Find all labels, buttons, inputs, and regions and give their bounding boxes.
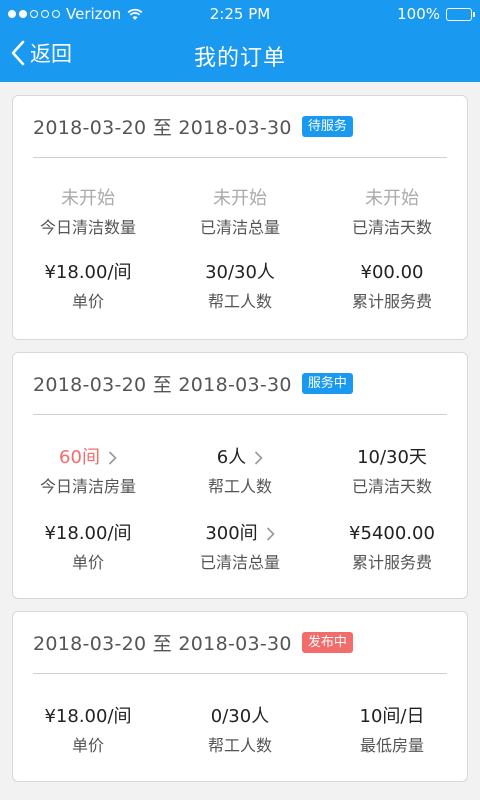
- stat-value: 60间: [59, 447, 100, 468]
- stat-label: 帮工人数: [207, 477, 272, 496]
- stat-value: ¥00.00: [360, 262, 424, 283]
- order-date-range: 2018-03-20 至 2018-03-30: [33, 117, 292, 139]
- stat-label: 单价: [71, 553, 104, 572]
- stat-value: 10间/日: [359, 706, 425, 727]
- status-badge: 发布中: [301, 632, 353, 653]
- stat-label: 已清洁总量: [199, 218, 280, 237]
- stat-days-cleaned: 未开始 已清洁天数: [317, 186, 467, 238]
- stat-label: 已清洁总量: [199, 553, 280, 572]
- stat-min-rooms: 10间/日 最低房量: [317, 704, 467, 756]
- status-right: 100%: [397, 5, 475, 23]
- stat-label: 帮工人数: [207, 736, 272, 755]
- chevron-right-icon: [255, 451, 263, 465]
- order-card-header: 2018-03-20 至 2018-03-30 发布中: [33, 612, 447, 674]
- stat-today-rooms[interactable]: 60间 今日清洁房量: [13, 445, 163, 497]
- stat-total-fee: ¥00.00 累计服务费: [317, 260, 467, 312]
- stat-total-cleaned[interactable]: 300间 已清洁总量: [165, 521, 315, 573]
- stat-unit-price: ¥18.00/间 单价: [13, 704, 163, 756]
- stat-days-cleaned: 10/30天 已清洁天数: [317, 445, 467, 497]
- battery-icon: [446, 7, 475, 21]
- stat-value: 未开始: [365, 188, 419, 209]
- stat-label: 累计服务费: [351, 553, 432, 572]
- stat-total-cleaned: 未开始 已清洁总量: [165, 186, 315, 238]
- order-card[interactable]: 2018-03-20 至 2018-03-30 服务中 60间 今日清洁房量 6…: [12, 352, 468, 599]
- order-date-range: 2018-03-20 至 2018-03-30: [33, 633, 292, 655]
- chevron-right-icon: [108, 451, 117, 465]
- chevron-right-icon: [266, 527, 275, 541]
- stat-value: 0/30人: [210, 706, 270, 727]
- stat-label: 已清洁天数: [351, 477, 432, 496]
- stat-label: 已清洁天数: [351, 218, 432, 237]
- status-badge: 待服务: [301, 116, 353, 137]
- stat-today-clean-count: 未开始 今日清洁数量: [13, 186, 163, 238]
- order-card-header: 2018-03-20 至 2018-03-30 服务中: [33, 353, 447, 415]
- stat-unit-price: ¥18.00/间 单价: [13, 521, 163, 573]
- stat-label: 帮工人数: [207, 292, 272, 311]
- battery-percent: 100%: [397, 5, 440, 23]
- stat-value: 30/30人: [205, 262, 275, 283]
- stat-value: 10/30天: [357, 447, 427, 468]
- stat-helper-count: 30/30人 帮工人数: [165, 260, 315, 312]
- stat-helper-count: 0/30人 帮工人数: [165, 704, 315, 756]
- status-bar: Verizon 2:25 PM 100%: [0, 0, 480, 28]
- stat-helper-count[interactable]: 6人 帮工人数: [165, 445, 315, 497]
- stat-value: ¥18.00/间: [44, 523, 132, 544]
- stat-value: 6人: [216, 447, 247, 468]
- stat-label: 单价: [71, 736, 104, 755]
- order-date-range: 2018-03-20 至 2018-03-30: [33, 374, 292, 396]
- order-card-header: 2018-03-20 至 2018-03-30 待服务: [33, 96, 447, 158]
- order-card[interactable]: 2018-03-20 至 2018-03-30 发布中 ¥18.00/间 单价 …: [12, 611, 468, 782]
- stat-label: 今日清洁房量: [39, 477, 136, 496]
- stat-label: 今日清洁数量: [39, 218, 136, 237]
- stat-value: ¥18.00/间: [44, 706, 132, 727]
- stat-total-fee: ¥5400.00 累计服务费: [317, 521, 467, 573]
- stat-label: 最低房量: [359, 736, 424, 755]
- stat-value-row: 60间: [13, 445, 163, 471]
- stat-label: 累计服务费: [351, 292, 432, 311]
- page-title: 我的订单: [193, 46, 286, 71]
- stat-unit-price: ¥18.00/间 单价: [13, 260, 163, 312]
- order-card[interactable]: 2018-03-20 至 2018-03-30 待服务 未开始 今日清洁数量 未…: [12, 95, 468, 340]
- stat-label: 单价: [71, 292, 104, 311]
- stat-value: ¥5400.00: [349, 523, 435, 544]
- stat-value: 300间: [205, 523, 258, 544]
- stat-value: 未开始: [61, 188, 115, 209]
- stat-value-row: 300间: [165, 521, 315, 547]
- status-badge: 服务中: [301, 373, 353, 394]
- stat-value: 未开始: [213, 188, 267, 209]
- app-header: Verizon 2:25 PM 100% 返回 我的订单: [0, 0, 480, 82]
- stat-value: ¥18.00/间: [44, 262, 132, 283]
- stat-value-row: 6人: [165, 445, 315, 471]
